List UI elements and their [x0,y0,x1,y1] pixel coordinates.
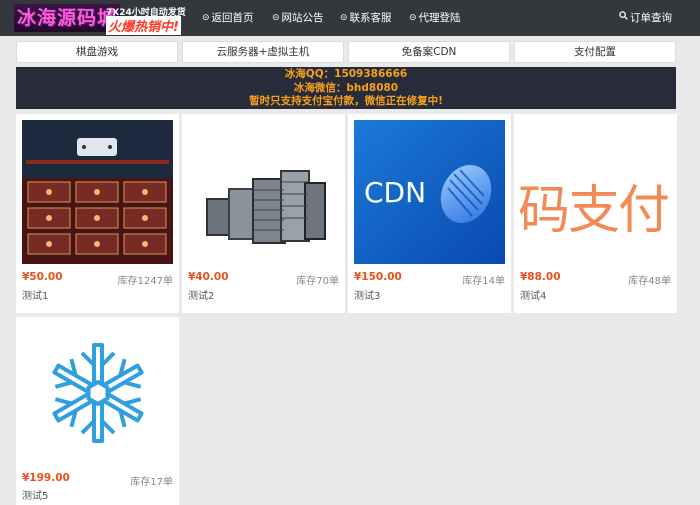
order-query-link[interactable]: 订单查询 [619,0,672,36]
tab-cdn[interactable]: 免备案CDN [348,41,510,63]
logo-hot-text: 火爆热销中! [106,16,181,35]
tab-payment-config[interactable]: 支付配置 [514,41,676,63]
product-price: ¥150.00 [354,271,402,283]
top-navbar: 冰海源码城 7X24小时自动发货 火爆热销中! ⊝ 返回首页 ⊝ 网站公告 ⊝ … [0,0,700,36]
order-query-label: 订单查询 [630,12,672,24]
product-name[interactable]: 测试2 [188,287,214,302]
code-pay-image-text: 码支付 [520,181,670,241]
link-icon: ⊝ [202,13,210,23]
site-logo[interactable]: 冰海源码城 7X24小时自动发货 火爆热销中! [14,4,190,35]
product-card[interactable]: ¥50.00 库存1247单 测试1 [16,114,179,313]
nav-home-link[interactable]: ⊝ 返回首页 [202,0,254,36]
link-icon: ⊝ [340,13,348,23]
product-card[interactable]: ¥199.00 库存17单 测试5 [16,317,179,505]
product-card[interactable]: CDN ¥150.00 库存14单 测试3 [348,114,511,313]
product-name[interactable]: 测试3 [354,287,380,302]
product-price: ¥88.00 [520,271,561,283]
game-lobby-image[interactable] [22,120,173,264]
tab-board-games[interactable]: 棋盘游戏 [16,41,178,63]
nav-announcement-label: 网站公告 [281,12,324,24]
notice-wechat: 冰海微信：bhd8080 [293,81,399,94]
nav-support-link[interactable]: ⊝ 联系客服 [340,0,392,36]
nav-agent-login-link[interactable]: ⊝ 代理登陆 [409,0,461,36]
product-stock: 库存14单 [462,276,505,287]
nav-announcement-link[interactable]: ⊝ 网站公告 [272,0,324,36]
tab-cloud-server[interactable]: 云服务器+虚拟主机 [182,41,344,63]
search-icon [619,0,628,36]
logo-title: 冰海源码城 [14,4,121,32]
product-price: ¥50.00 [22,271,63,283]
product-stock: 库存48单 [628,276,671,287]
nav-support-label: 联系客服 [349,12,392,24]
product-card[interactable]: 码支付 ¥88.00 库存48单 测试4 [514,114,677,313]
product-stock: 库存17单 [130,477,173,488]
cdn-image-text: CDN [364,176,426,209]
product-card[interactable]: ¥40.00 库存70单 测试2 [182,114,345,313]
category-tabs: 棋盘游戏 云服务器+虚拟主机 免备案CDN 支付配置 [16,41,676,63]
product-stock: 库存70单 [296,276,339,287]
product-name[interactable]: 测试5 [22,487,48,502]
product-stock: 库存1247单 [117,276,173,287]
link-icon: ⊝ [409,13,417,23]
product-price: ¥40.00 [188,271,229,283]
notice-banner: 冰海QQ：1509386666 冰海微信：bhd8080 暂时只支持支付宝付款，… [16,67,676,109]
link-icon: ⊝ [272,13,280,23]
product-name[interactable]: 测试1 [22,287,48,302]
notice-payment: 暂时只支持支付宝付款，微信正在修复中! [249,95,443,107]
product-price: ¥199.00 [22,472,70,484]
nav-home-label: 返回首页 [211,12,254,24]
servers-image[interactable] [188,120,339,264]
snowflake-image[interactable] [22,323,173,467]
product-name[interactable]: 测试4 [520,287,546,302]
notice-qq: 冰海QQ：1509386666 [284,68,408,80]
code-pay-image[interactable]: 码支付 [520,120,671,264]
cdn-image[interactable]: CDN [354,120,505,264]
nav-agent-login-label: 代理登陆 [418,12,461,24]
